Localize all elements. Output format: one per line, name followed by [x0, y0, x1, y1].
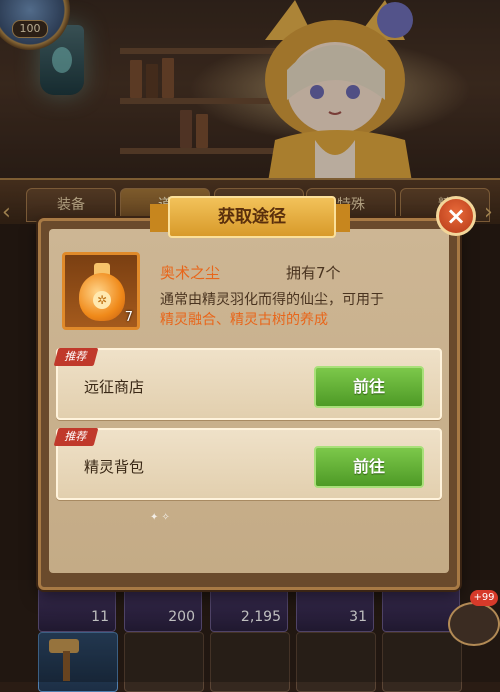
item-owned-count: 拥有7个: [286, 264, 341, 282]
close-button[interactable]: ×: [436, 196, 476, 236]
go-button[interactable]: 前往: [314, 366, 424, 408]
chat-notification-badge: +99: [470, 590, 498, 606]
item-description: 通常由精灵羽化而得的仙尘，可用于 精灵融合、精灵古树的养成: [160, 290, 440, 330]
recommend-tag: 推荐: [53, 428, 99, 446]
item-icon: ✲ 7: [62, 252, 140, 330]
item-description-highlight: 精灵融合、精灵古树的养成: [160, 312, 328, 328]
item-count: 7: [124, 310, 133, 325]
source-row: 推荐 远征商店 前往: [53, 348, 442, 420]
sparkle-icon: ✦ ✧: [150, 512, 170, 523]
sun-emblem-icon: ✲: [93, 291, 111, 309]
item-name: 奥术之尘: [160, 264, 221, 282]
source-label: 远征商店: [84, 378, 145, 396]
source-label: 精灵背包: [84, 458, 145, 476]
modal-title: 获取途径: [168, 196, 336, 238]
chat-button[interactable]: [448, 602, 500, 646]
source-row: 推荐 精灵背包 前往: [53, 428, 442, 500]
item-description-text: 通常由精灵羽化而得的仙尘，可用于: [160, 292, 384, 308]
recommend-tag: 推荐: [53, 348, 99, 366]
go-button[interactable]: 前往: [314, 446, 424, 488]
